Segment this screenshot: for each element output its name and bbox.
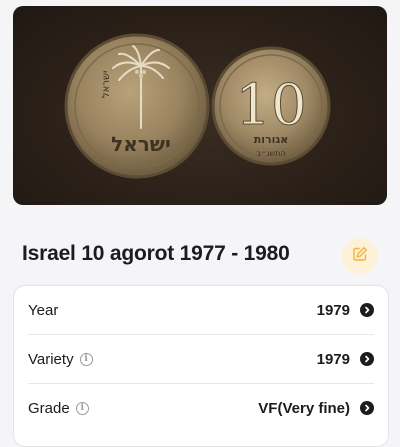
page-title: Israel 10 agorot 1977 - 1980 — [22, 242, 290, 265]
coin-country-text: ישראל — [111, 132, 171, 156]
chevron-right-icon — [360, 352, 374, 366]
chevron-right-icon — [360, 401, 374, 415]
year-value: 1979 — [316, 301, 350, 319]
details-card: Year 1979 Variety i 1979 Grade i VF(Very… — [13, 285, 389, 447]
coin-year-text: התשנ״ב — [256, 149, 285, 158]
title-row: Israel 10 agorot 1977 - 1980 — [22, 238, 378, 274]
row-grade[interactable]: Grade i VF(Very fine) — [28, 384, 374, 432]
edit-button[interactable] — [342, 238, 378, 274]
row-label: Grade i — [28, 400, 89, 417]
row-value: 1979 — [317, 351, 374, 368]
row-year[interactable]: Year 1979 — [28, 286, 374, 334]
grade-value: VF(Very fine) — [258, 399, 350, 417]
row-label: Variety i — [28, 351, 93, 368]
coin-value-text: 10 — [235, 73, 306, 138]
variety-value: 1979 — [316, 350, 350, 368]
grade-label: Grade — [28, 399, 70, 417]
coin-image: ישראל ישראל 10 אגורות התשנ״ב — [64, 33, 331, 179]
coin-word-text: אגורות — [254, 133, 289, 146]
svg-text:ישראל: ישראל — [101, 71, 112, 98]
coin-photo[interactable]: ישראל ישראל 10 אגורות התשנ״ב — [13, 6, 387, 205]
year-label: Year — [28, 301, 59, 319]
info-icon[interactable]: i — [75, 401, 89, 415]
row-value: 1979 — [317, 302, 374, 319]
chevron-right-icon — [360, 303, 374, 317]
row-value: VF(Very fine) — [258, 400, 374, 417]
edit-icon — [352, 246, 368, 267]
info-icon[interactable]: i — [79, 352, 93, 366]
row-label: Year — [28, 302, 58, 319]
row-variety[interactable]: Variety i 1979 — [28, 335, 374, 383]
variety-label: Variety — [28, 350, 74, 368]
